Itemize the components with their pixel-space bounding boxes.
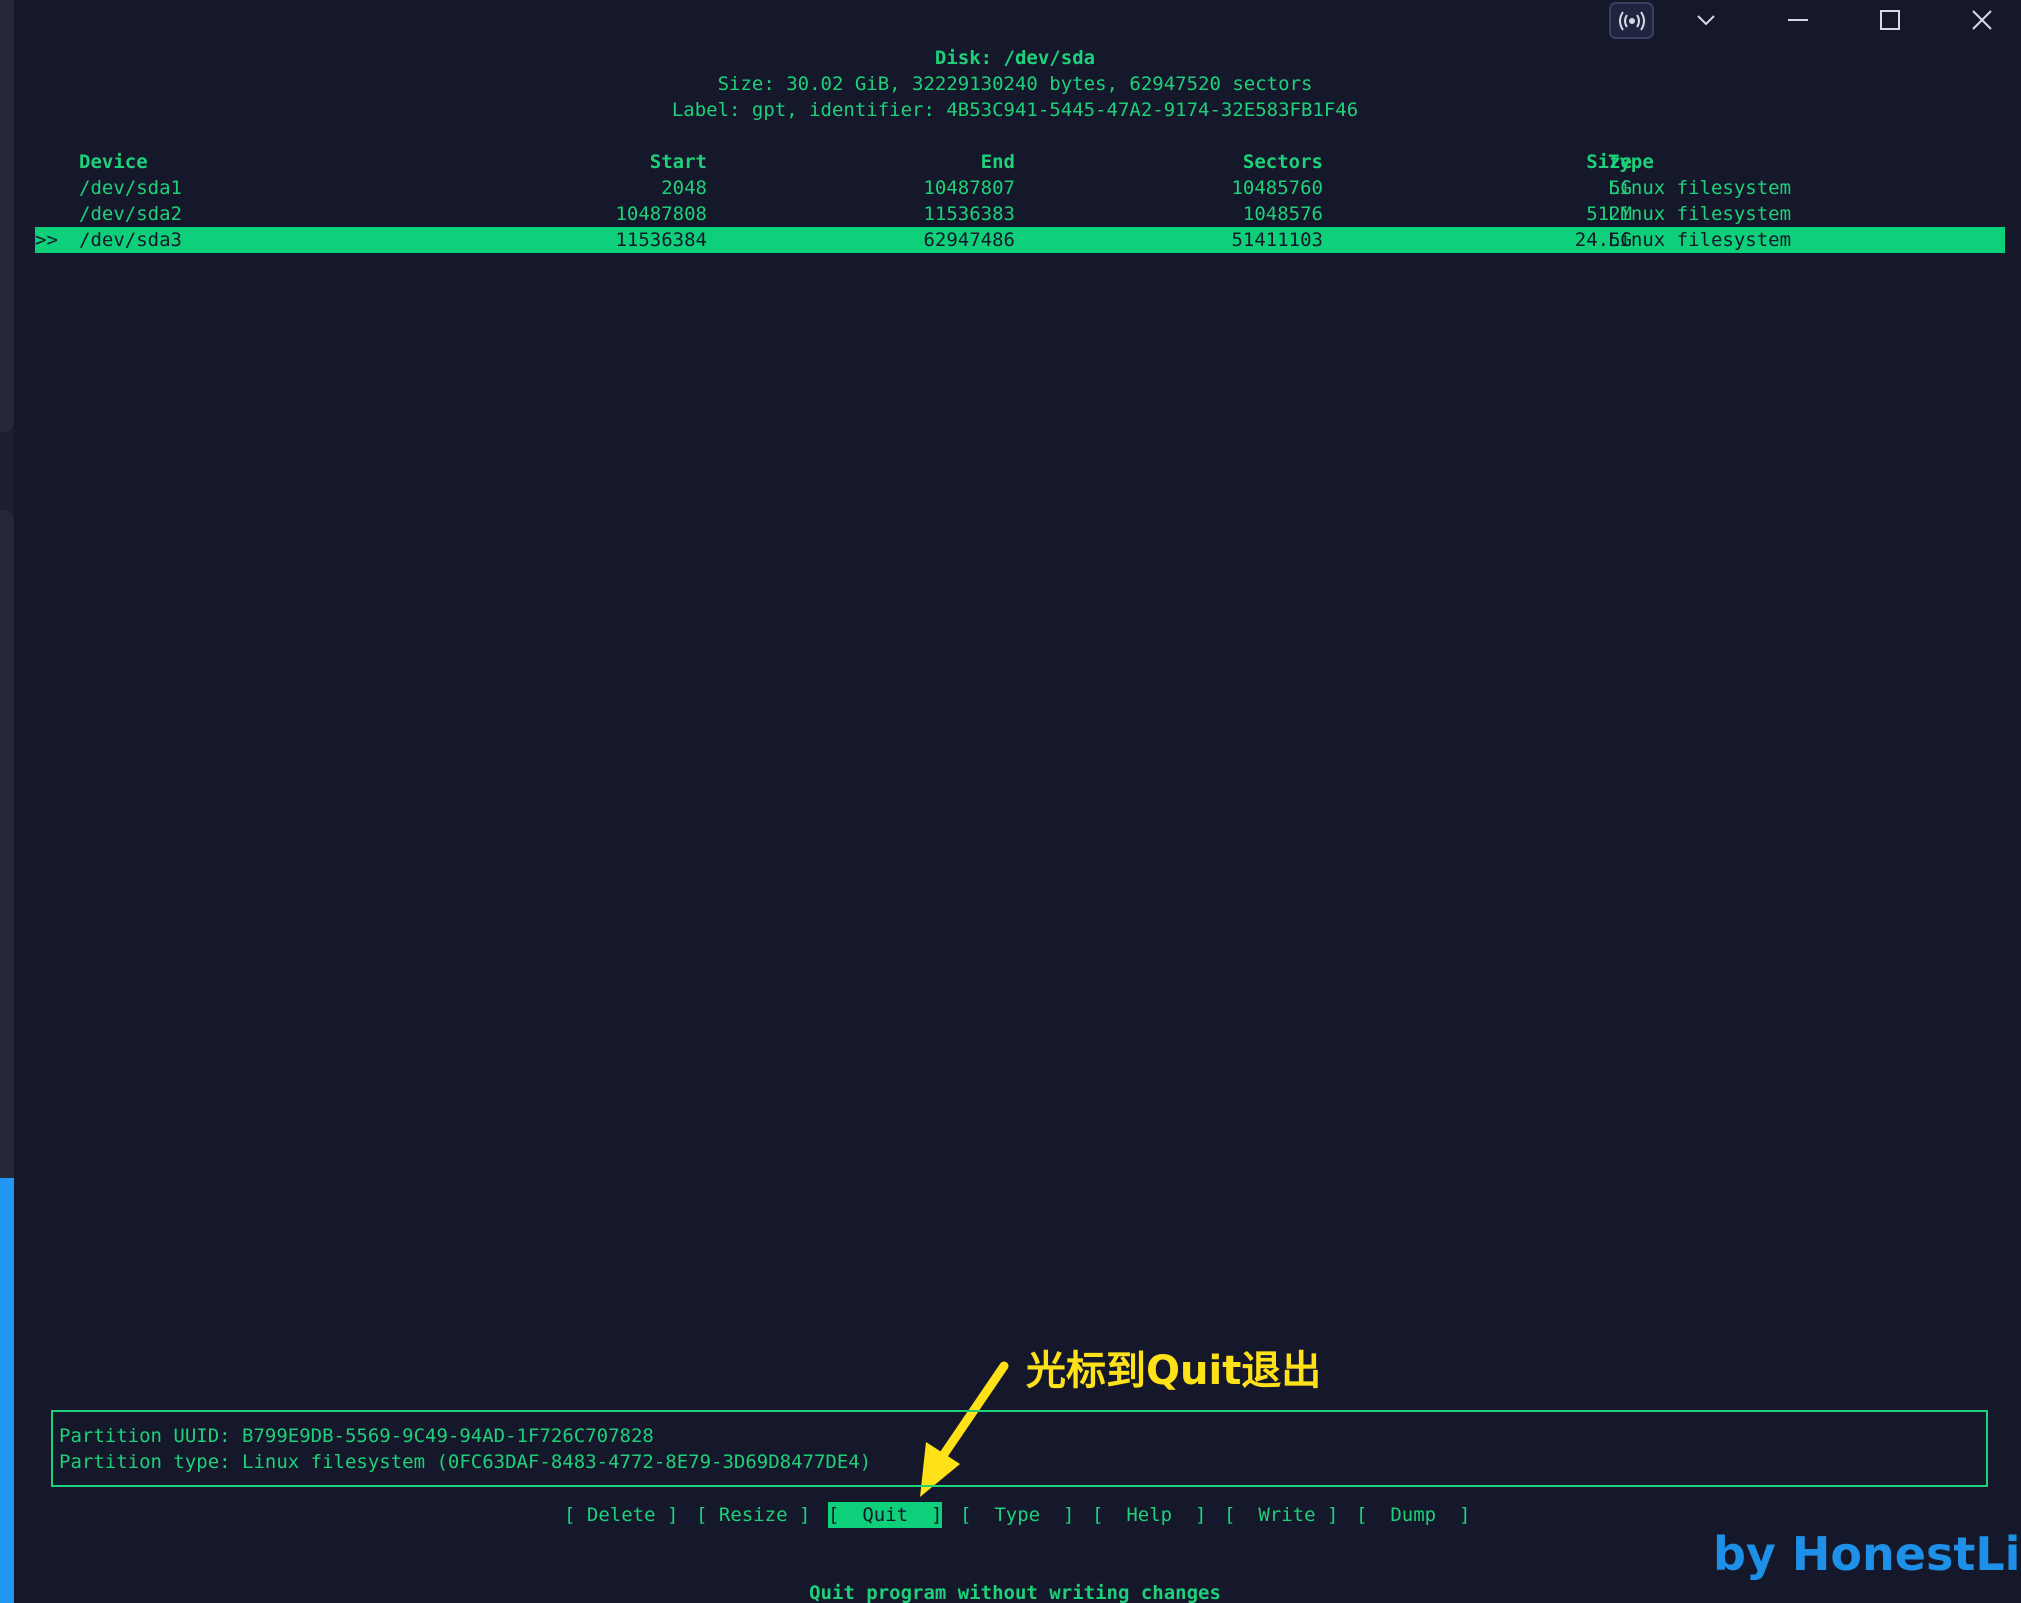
annotation-arrow <box>920 1361 1009 1497</box>
partition-uuid: Partition UUID: B799E9DB-5569-9C49-94AD-… <box>59 1425 654 1447</box>
partition-type: Partition type: Linux filesystem (0FC63D… <box>59 1451 872 1473</box>
partition-info-box: Partition UUID: B799E9DB-5569-9C49-94AD-… <box>51 1410 1988 1487</box>
write-button[interactable]: [ Write ] <box>1224 1502 1338 1528</box>
annotation-text: 光标到Quit退出 <box>1026 1348 1322 1394</box>
help-button[interactable]: [ Help ] <box>1092 1502 1206 1528</box>
quit-button[interactable]: [ Quit ] <box>828 1502 943 1528</box>
dump-button[interactable]: [ Dump ] <box>1356 1502 1470 1528</box>
status-line: Quit program without writing changes <box>809 1582 1221 1603</box>
resize-button[interactable]: [ Resize ] <box>696 1502 810 1528</box>
type-button[interactable]: [ Type ] <box>960 1502 1074 1528</box>
delete-button[interactable]: [ Delete ] <box>564 1502 678 1528</box>
watermark: by HonestLiu <box>1713 1527 2021 1581</box>
